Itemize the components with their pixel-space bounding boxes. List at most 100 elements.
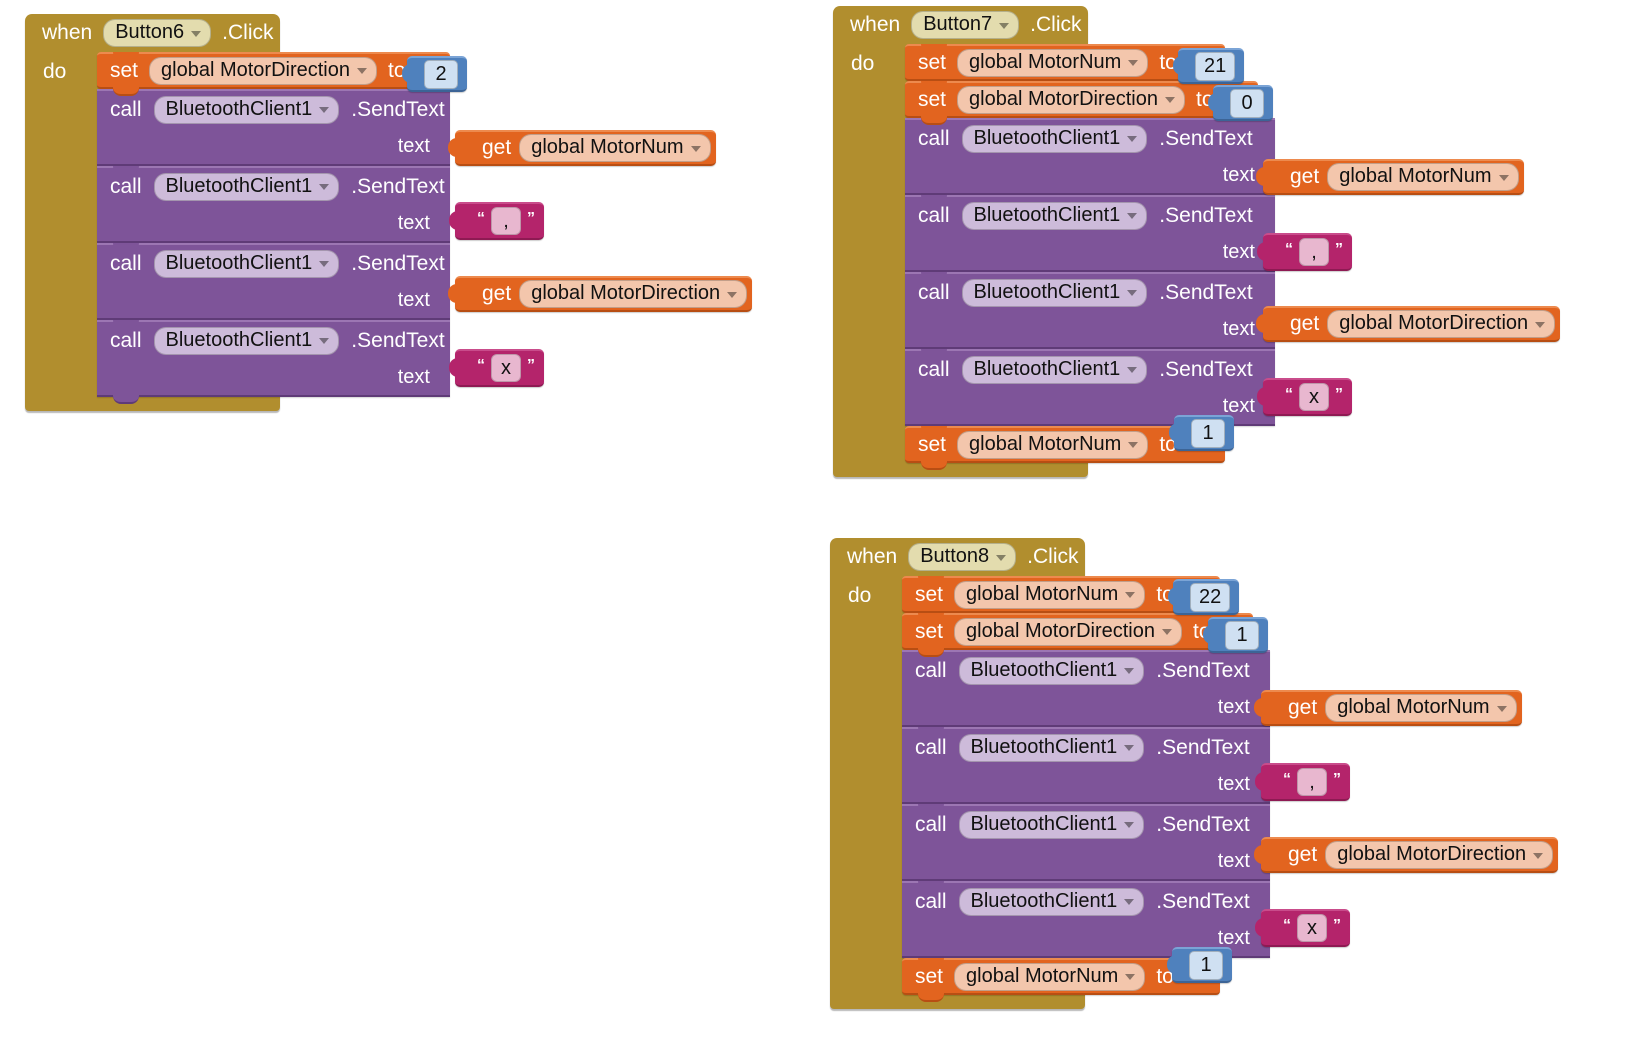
- chevron-down-icon[interactable]: [1498, 174, 1509, 181]
- value-socket[interactable]: [436, 212, 450, 234]
- event-block-button7-click[interactable]: when Button7 .Click do set global MotorN…: [833, 6, 1275, 477]
- variable-dropdown[interactable]: global MotorDirection: [1325, 841, 1554, 869]
- component-dropdown-bluetoothclient1[interactable]: BluetoothClient1: [153, 172, 340, 201]
- chevron-down-icon[interactable]: [191, 30, 202, 37]
- chevron-down-icon[interactable]: [1127, 136, 1138, 142]
- number-value[interactable]: 0: [1230, 88, 1264, 118]
- chevron-down-icon[interactable]: [1162, 629, 1172, 635]
- component-dropdown-bluetoothclient1[interactable]: BluetoothClient1: [961, 124, 1148, 153]
- component-dropdown-bluetoothclient1[interactable]: BluetoothClient1: [153, 95, 340, 124]
- call-method-block[interactable]: call BluetoothClient1 .SendText text: [97, 243, 450, 320]
- component-dropdown-bluetoothclient1[interactable]: BluetoothClient1: [961, 278, 1148, 307]
- component-dropdown-bluetoothclient1[interactable]: BluetoothClient1: [958, 810, 1145, 839]
- string-value[interactable]: ,: [1297, 768, 1327, 796]
- event-block-button6-click[interactable]: when Button6 .Click do set global MotorD…: [25, 14, 450, 411]
- component-dropdown-bluetoothclient1[interactable]: BluetoothClient1: [153, 326, 340, 355]
- chevron-down-icon[interactable]: [999, 22, 1010, 29]
- variable-dropdown[interactable]: global MotorNum: [954, 962, 1146, 991]
- number-block[interactable]: 21: [1173, 48, 1245, 84]
- number-block[interactable]: 1: [1203, 617, 1268, 653]
- chevron-down-icon[interactable]: [996, 554, 1007, 561]
- number-block[interactable]: 2: [402, 56, 467, 92]
- value-socket[interactable]: [436, 366, 450, 388]
- chevron-down-icon[interactable]: [1127, 213, 1138, 219]
- variable-dropdown[interactable]: global MotorDirection: [957, 85, 1185, 114]
- chevron-down-icon[interactable]: [1124, 668, 1135, 674]
- variable-dropdown[interactable]: global MotorNum: [957, 430, 1149, 459]
- chevron-down-icon[interactable]: [1496, 705, 1507, 712]
- get-variable-block[interactable]: get global MotorNum: [1254, 690, 1522, 726]
- component-dropdown-button8[interactable]: Button8: [908, 543, 1017, 571]
- chevron-down-icon[interactable]: [1127, 367, 1138, 373]
- chevron-down-icon[interactable]: [1535, 321, 1546, 328]
- get-variable-block[interactable]: get global MotorNum: [1256, 159, 1524, 195]
- set-variable-row[interactable]: set global MotorDirection to: [97, 52, 450, 96]
- get-variable-block[interactable]: get global MotorDirection: [448, 276, 753, 312]
- component-dropdown-button6[interactable]: Button6: [103, 19, 212, 47]
- call-method-block[interactable]: call BluetoothClient1 .SendText text: [905, 118, 1275, 195]
- call-method-block[interactable]: call BluetoothClient1 .SendText text: [97, 89, 450, 166]
- set-variable-row[interactable]: set global MotorDirection to: [905, 81, 1258, 125]
- get-variable-block[interactable]: get global MotorDirection: [1254, 837, 1559, 873]
- chevron-down-icon[interactable]: [1533, 852, 1544, 859]
- call-method-block[interactable]: call BluetoothClient1 .SendText text: [905, 195, 1275, 272]
- variable-dropdown[interactable]: global MotorNum: [519, 134, 711, 162]
- component-dropdown-bluetoothclient1[interactable]: BluetoothClient1: [958, 887, 1145, 916]
- number-value[interactable]: 1: [1191, 418, 1225, 448]
- string-value[interactable]: x: [491, 354, 521, 382]
- text-string-block[interactable]: “ , ”: [449, 202, 544, 240]
- set-variable-row[interactable]: set global MotorDirection to: [902, 613, 1253, 657]
- chevron-down-icon[interactable]: [319, 338, 330, 344]
- component-dropdown-bluetoothclient1[interactable]: BluetoothClient1: [961, 355, 1148, 384]
- variable-dropdown[interactable]: global MotorDirection: [1327, 310, 1556, 338]
- number-value[interactable]: 22: [1190, 582, 1231, 612]
- chevron-down-icon[interactable]: [1124, 899, 1135, 905]
- number-value[interactable]: 1: [1225, 620, 1259, 650]
- chevron-down-icon[interactable]: [319, 107, 330, 113]
- chevron-down-icon[interactable]: [1128, 442, 1139, 448]
- event-block-button8-click[interactable]: when Button8 .Click do set global MotorN…: [830, 538, 1270, 1009]
- number-block[interactable]: 0: [1208, 85, 1273, 121]
- text-string-block[interactable]: “ , ”: [1257, 233, 1352, 271]
- number-value[interactable]: 2: [424, 59, 458, 89]
- text-string-block[interactable]: “ x ”: [1257, 378, 1352, 416]
- component-dropdown-bluetoothclient1[interactable]: BluetoothClient1: [961, 201, 1148, 230]
- chevron-down-icon[interactable]: [357, 68, 367, 74]
- call-method-block[interactable]: call BluetoothClient1 .SendText text: [905, 272, 1275, 349]
- chevron-down-icon[interactable]: [1127, 290, 1138, 296]
- string-value[interactable]: ,: [1299, 238, 1329, 266]
- number-block[interactable]: 22: [1168, 579, 1240, 615]
- text-string-block[interactable]: “ , ”: [1255, 763, 1350, 801]
- variable-dropdown[interactable]: global MotorDirection: [519, 280, 748, 308]
- call-method-block[interactable]: call BluetoothClient1 .SendText text: [97, 166, 450, 243]
- get-variable-block[interactable]: get global MotorDirection: [1256, 306, 1561, 342]
- get-variable-block[interactable]: get global MotorNum: [448, 130, 716, 166]
- call-method-block[interactable]: call BluetoothClient1 .SendText text: [902, 804, 1270, 881]
- chevron-down-icon[interactable]: [319, 261, 330, 267]
- text-string-block[interactable]: “ x ”: [449, 349, 544, 387]
- chevron-down-icon[interactable]: [1125, 592, 1136, 598]
- chevron-down-icon[interactable]: [727, 291, 738, 298]
- component-dropdown-button7[interactable]: Button7: [911, 11, 1020, 39]
- string-value[interactable]: ,: [491, 207, 521, 235]
- call-method-block[interactable]: call BluetoothClient1 .SendText text: [97, 320, 450, 404]
- variable-dropdown[interactable]: global MotorDirection: [954, 617, 1182, 646]
- component-dropdown-bluetoothclient1[interactable]: BluetoothClient1: [958, 656, 1145, 685]
- number-value[interactable]: 1: [1189, 950, 1223, 980]
- chevron-down-icon[interactable]: [1128, 60, 1139, 66]
- call-method-block[interactable]: call BluetoothClient1 .SendText text: [902, 650, 1270, 727]
- chevron-down-icon[interactable]: [1124, 822, 1135, 828]
- variable-dropdown[interactable]: global MotorDirection: [149, 56, 377, 85]
- component-dropdown-bluetoothclient1[interactable]: BluetoothClient1: [153, 249, 340, 278]
- variable-dropdown[interactable]: global MotorNum: [957, 48, 1149, 77]
- text-string-block[interactable]: “ x ”: [1255, 909, 1350, 947]
- chevron-down-icon[interactable]: [1165, 97, 1175, 103]
- number-value[interactable]: 21: [1195, 51, 1236, 81]
- string-value[interactable]: x: [1299, 383, 1329, 411]
- component-dropdown-bluetoothclient1[interactable]: BluetoothClient1: [958, 733, 1145, 762]
- number-block[interactable]: 1: [1167, 947, 1232, 983]
- chevron-down-icon[interactable]: [1125, 974, 1136, 980]
- call-method-block[interactable]: call BluetoothClient1 .SendText text: [902, 727, 1270, 804]
- chevron-down-icon[interactable]: [319, 184, 330, 190]
- number-block[interactable]: 1: [1169, 415, 1234, 451]
